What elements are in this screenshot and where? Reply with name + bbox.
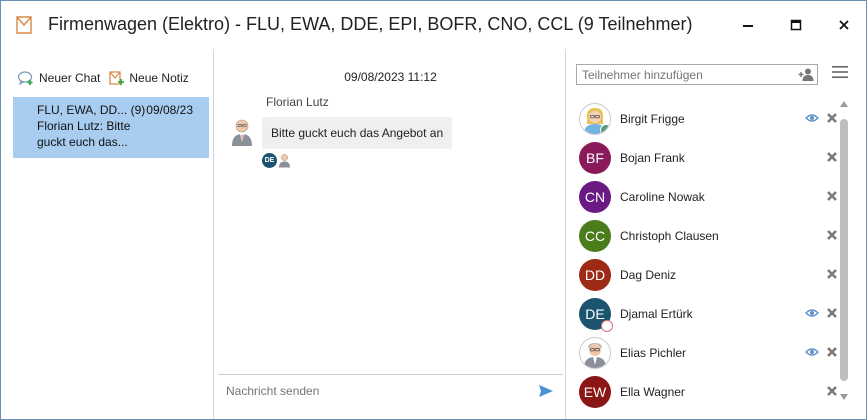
eye-icon[interactable] <box>805 308 819 318</box>
online-status-dot <box>600 123 610 134</box>
participant-name: Ella Wagner <box>620 384 685 399</box>
participant-avatar: EW <box>579 375 611 408</box>
new-note-button[interactable]: Neue Notiz <box>108 70 189 86</box>
add-participant-input[interactable] <box>582 67 792 82</box>
participant-avatar: CC <box>579 219 611 252</box>
participant-actions <box>805 111 839 125</box>
chat-item-title: FLU, EWA, DD... (9) <box>37 103 146 117</box>
message-sender: Florian Lutz <box>266 95 329 109</box>
new-chat-button[interactable]: Neuer Chat <box>17 70 100 86</box>
window-title: Firmenwagen (Elektro) - FLU, EWA, DDE, E… <box>48 14 693 34</box>
participant-row[interactable]: Birgit Frigge <box>579 99 839 138</box>
chat-list-item[interactable]: FLU, EWA, DD... (9) 09/08/23 Florian Lut… <box>13 97 209 158</box>
participant-avatar: CN <box>579 180 611 213</box>
participant-row[interactable]: CC Christoph Clausen <box>579 216 839 255</box>
add-participant-field <box>576 64 818 85</box>
participant-avatar <box>579 336 611 369</box>
close-icon <box>839 20 849 30</box>
participant-row[interactable]: DE Djamal Ertürk <box>579 294 839 333</box>
chat-item-preview-line1: Florian Lutz: Bitte <box>37 119 131 133</box>
new-chat-label: Neuer Chat <box>39 71 101 85</box>
participants-panel: Birgit Frigge BF Bojan Frank CN Caroline… <box>567 49 866 419</box>
participant-row[interactable]: DD Dag Deniz <box>579 255 839 294</box>
read-receipts: DE <box>262 153 291 168</box>
send-icon[interactable] <box>538 384 554 398</box>
add-people-icon[interactable] <box>798 68 814 81</box>
title-bar: Firmenwagen (Elektro) - FLU, EWA, DDE, E… <box>1 1 866 49</box>
minimize-button[interactable] <box>736 13 760 37</box>
maximize-button[interactable] <box>784 13 808 37</box>
participant-avatar <box>579 102 611 135</box>
close-button[interactable] <box>832 13 856 37</box>
participant-name: Bojan Frank <box>620 150 685 165</box>
participant-row[interactable]: BF Bojan Frank <box>579 138 839 177</box>
chat-item-count: (9) <box>130 103 146 117</box>
participant-name: Birgit Frigge <box>620 111 685 126</box>
maximize-icon <box>790 19 802 31</box>
sender-avatar-icon <box>232 119 252 146</box>
chat-item-date: 09/08/23 <box>146 103 193 117</box>
participant-avatar: DD <box>579 258 611 291</box>
participant-avatar: DE <box>579 297 613 332</box>
participant-name: Elias Pichler <box>620 345 687 360</box>
message-date: 09/08/2023 11:12 <box>344 70 437 84</box>
read-receipt-avatar-icon <box>279 154 290 168</box>
note-envelope-icon <box>16 16 32 34</box>
chat-actions: Neuer Chat Neue Notiz <box>17 70 189 86</box>
participant-row[interactable]: EW Ella Wagner <box>579 372 839 411</box>
participant-scrollbar[interactable] <box>837 101 851 409</box>
participant-list: Birgit Frigge BF Bojan Frank CN Caroline… <box>579 99 839 411</box>
scroll-up-arrow-icon[interactable] <box>840 101 848 107</box>
participant-actions <box>805 306 839 320</box>
chat-window: Firmenwagen (Elektro) - FLU, EWA, DDE, E… <box>0 0 867 420</box>
participant-initials: DE <box>585 305 605 322</box>
participant-row[interactable]: Elias Pichler <box>579 333 839 372</box>
participant-name: Christoph Clausen <box>620 228 719 243</box>
eye-icon[interactable] <box>805 113 819 123</box>
eye-icon[interactable] <box>805 347 819 357</box>
chat-list-panel: Neuer Chat Neue Notiz FLU, EWA, DD... (9… <box>1 49 214 419</box>
participant-avatar: BF <box>579 141 611 174</box>
participant-row[interactable]: CN Caroline Nowak <box>579 177 839 216</box>
scroll-thumb[interactable] <box>840 119 848 381</box>
new-note-label: Neue Notiz <box>129 71 189 85</box>
chat-item-preview-line2: guckt euch das... <box>37 135 128 149</box>
new-note-icon <box>109 71 125 85</box>
scroll-down-arrow-icon[interactable] <box>840 394 848 400</box>
message-input[interactable] <box>226 383 516 398</box>
participant-name: Djamal Ertürk <box>620 306 693 321</box>
participant-actions <box>805 345 839 359</box>
read-receipt-avatar: DE <box>262 153 277 168</box>
participant-name: Caroline Nowak <box>620 189 705 204</box>
participant-name: Dag Deniz <box>620 267 677 282</box>
chat-item-header: FLU, EWA, DD... (9) 09/08/23 <box>37 102 209 118</box>
hamburger-menu-icon[interactable] <box>832 65 848 79</box>
blocked-status-icon <box>601 319 613 332</box>
minimize-icon <box>743 25 753 27</box>
man-avatar-icon <box>584 342 606 368</box>
message-bubble: Bitte guckt euch das Angebot an <box>262 117 453 149</box>
conversation-panel: 09/08/2023 11:12 Florian Lutz Bitte guck… <box>215 49 566 419</box>
compose-bar <box>218 374 563 406</box>
new-chat-icon <box>17 71 33 86</box>
